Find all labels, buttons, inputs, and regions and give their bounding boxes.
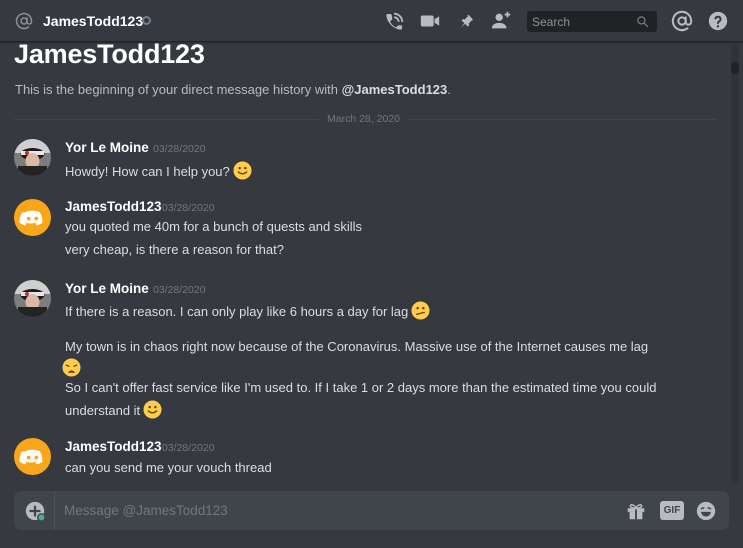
- discord-logo-icon: [19, 449, 43, 465]
- weary-emoji-icon: [62, 358, 81, 377]
- message-author[interactable]: Yor Le Moine: [65, 281, 149, 296]
- channel-header: JamesTodd123: [0, 0, 743, 42]
- message-author[interactable]: JamesTodd123: [65, 199, 162, 214]
- message-content: understand it: [65, 400, 162, 419]
- date-divider-label: March 28, 2020: [319, 113, 408, 125]
- at-sign-icon: [15, 12, 33, 30]
- message-list: JamesTodd123 This is the beginning of yo…: [0, 43, 730, 488]
- message-text: So I can't offer fast service like I'm u…: [65, 380, 657, 395]
- message-author[interactable]: Yor Le Moine: [65, 140, 149, 155]
- emoji-picker-icon[interactable]: [695, 500, 717, 522]
- message-content: Howdy! How can I help you?: [65, 161, 252, 180]
- slight-smile-emoji-icon: [233, 161, 252, 180]
- video-call-icon[interactable]: [419, 10, 441, 32]
- avatar[interactable]: [14, 139, 51, 176]
- discord-logo-icon: [19, 210, 43, 226]
- confused-emoji-icon: [411, 301, 430, 320]
- message-text: If there is a reason. I can only play li…: [65, 304, 409, 319]
- search-input[interactable]: [527, 11, 633, 32]
- message-composer: GIF: [14, 491, 729, 530]
- add-friends-icon[interactable]: [490, 10, 512, 32]
- message-text: you quoted me 40m for a bunch of quests …: [65, 219, 363, 234]
- dm-intro-text: This is the beginning of your direct mes…: [15, 82, 451, 97]
- user-photo-avatar: [14, 280, 51, 317]
- scrollbar-thumb[interactable]: [731, 62, 739, 74]
- message-timestamp: 03/28/2020: [162, 202, 215, 214]
- status-offline-icon: [142, 16, 151, 25]
- message-text: understand it: [65, 403, 141, 418]
- intro-text-suffix: .: [447, 82, 451, 97]
- message-timestamp: 03/28/2020: [162, 442, 215, 454]
- dm-intro-title: JamesTodd123: [14, 43, 205, 69]
- voice-call-icon[interactable]: [384, 10, 406, 32]
- intro-mention: @JamesTodd123: [341, 82, 448, 97]
- message-text: My town is in chaos right now because of…: [65, 339, 649, 354]
- intro-text-prefix: This is the beginning of your direct mes…: [15, 82, 342, 97]
- message-timestamp: 03/28/2020: [153, 143, 206, 155]
- message-text: very cheap, is there a reason for that?: [65, 242, 284, 257]
- search-box[interactable]: [527, 11, 657, 32]
- avatar[interactable]: [14, 280, 51, 317]
- mentions-icon[interactable]: [671, 10, 693, 32]
- message-timestamp: 03/28/2020: [153, 284, 206, 296]
- message-author[interactable]: JamesTodd123: [65, 439, 162, 454]
- upload-plus-icon[interactable]: [24, 500, 46, 522]
- message-content: If there is a reason. I can only play li…: [65, 301, 430, 320]
- search-icon: [637, 16, 649, 28]
- help-icon[interactable]: [707, 10, 729, 32]
- avatar[interactable]: [14, 199, 51, 236]
- message-input[interactable]: [64, 491, 604, 530]
- message-text: can you send me your vouch thread: [65, 460, 272, 475]
- pinned-messages-icon[interactable]: [455, 10, 477, 32]
- gif-button[interactable]: GIF: [660, 501, 684, 520]
- avatar[interactable]: [14, 438, 51, 475]
- user-photo-avatar: [14, 139, 51, 176]
- slight-smile-emoji-icon: [143, 400, 162, 419]
- composer-divider: [54, 491, 55, 530]
- gift-icon[interactable]: [625, 500, 647, 522]
- message-text: Howdy! How can I help you?: [65, 164, 230, 179]
- channel-name: JamesTodd123: [43, 13, 144, 29]
- scrollbar-track[interactable]: [731, 44, 739, 484]
